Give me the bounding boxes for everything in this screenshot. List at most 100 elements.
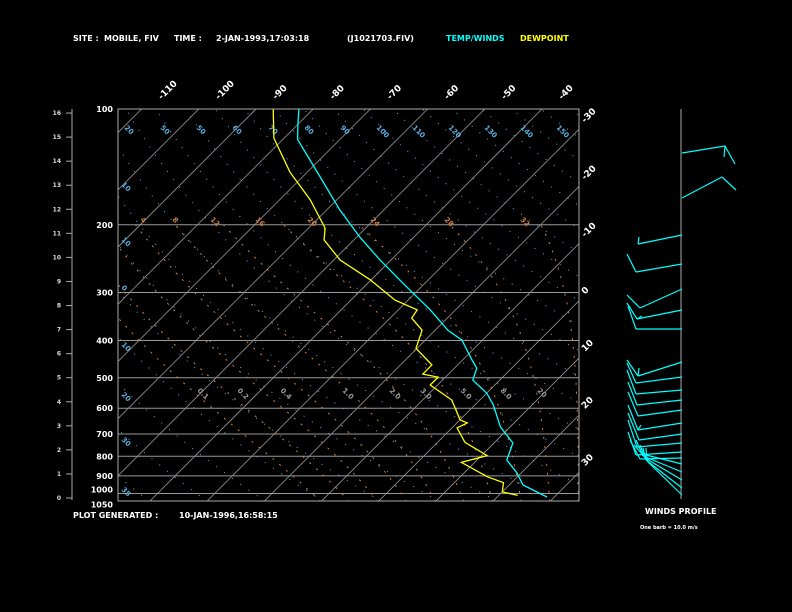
moist-label: 5.0 [459,387,474,402]
moist-adiabat [449,224,551,501]
moist-adiabat [607,225,617,502]
plot-frame [117,108,580,502]
wind-barb [626,288,683,309]
mixing-ratio-label: 4 [139,216,148,225]
barb-note: One barb = 10.0 m/s [640,525,698,531]
diagram-labels: 10020030040050060070080090010001050-110-… [91,79,599,510]
wind-barb [627,404,683,431]
height-tick-label: 12 [53,206,61,213]
dewpoint-trace [272,109,518,497]
isotherm [492,414,579,501]
wind-barb-staff [637,409,683,417]
legend-dewpoint: DEWPOINT [520,34,569,43]
wind-barb-staff [636,399,683,406]
height-tick-label: 0 [57,495,61,502]
isotherm-label: -100 [214,79,237,102]
wind-barb-flag [724,145,736,165]
dry-adiabat [214,109,579,404]
theta-label: 90 [339,124,352,137]
temperature-trace [296,109,548,498]
height-tick-label: 10 [53,254,61,261]
isotherm-label: -60 [443,84,462,103]
dry-adiabat [118,382,266,501]
wind-barb-staff [636,309,683,320]
wind-barb-flag [637,236,640,245]
dry-adiabat [421,109,579,230]
height-tick-label: 8 [57,303,61,310]
wind-barb-flag [723,145,726,158]
dry-adiabat [118,290,382,501]
mixing-ratio-label: 32 [519,216,532,229]
isotherm [118,109,257,248]
theta-label-left: 20 [120,391,133,404]
isotherm [378,300,579,501]
theta-label: 70 [267,124,280,137]
dry-adiabat [184,109,579,430]
site-value: MOBILE, FIV [104,34,160,43]
pressure-label: 200 [96,221,113,230]
isotherm-label: -70 [385,84,404,103]
winds-profile-title: WINDS PROFILE [645,507,717,516]
winds-profile [626,109,737,499]
isotherm [118,109,142,134]
time-value: 2-JAN-1993,17:03:18 [216,34,310,43]
isotherm [118,109,428,420]
wind-barb-staff [636,442,683,448]
wind-barb [626,253,683,273]
dry-adiabat [303,109,579,327]
dry-adiabat [510,109,579,161]
moist-label: 2.0 [388,387,403,402]
site-label: SITE : [73,34,99,43]
moist-label: 1.0 [341,387,356,402]
isotherm-label: -20 [580,164,599,183]
isotherm-label: 20 [580,395,596,411]
isotherm [771,109,792,509]
wind-barb [681,145,736,165]
wind-barb [681,176,737,199]
dry-adiabat [273,109,579,352]
moist-adiabat [118,245,379,501]
height-axis: 012345678910111213141516 [53,109,73,502]
pressure-label: 500 [96,374,113,383]
isotherm [549,471,579,501]
moist-adiabat [135,224,407,501]
isotherm-label: 30 [580,453,596,469]
wind-barb-staff [635,389,683,395]
theta-label-left: 30 [120,436,133,449]
isotherm-label: -110 [157,79,180,102]
height-tick-label: 6 [57,351,61,358]
pressure-label: 300 [96,288,113,297]
pressure-label: 1050 [91,501,114,510]
height-tick-label: 15 [53,134,61,141]
wind-barb-staff [646,460,683,496]
wind-barb [626,359,683,377]
pressure-label: 1000 [91,486,114,495]
plot-generated-value: 10-JAN-1996,16:58:15 [179,511,278,520]
wind-barb-staff [638,433,683,441]
wind-barb-staff [637,361,683,377]
file-name: (J1021703.FIV) [347,34,414,43]
wind-barb-staff [637,234,683,245]
mixing-ratio-label: 28 [443,216,456,229]
pressure-label: 600 [96,404,113,413]
wind-barb-staff [681,176,723,199]
mixing-ratio-label: 8 [171,216,180,225]
isotherm [0,109,27,509]
isotherm [118,109,314,305]
wind-barb-flag [626,253,637,273]
dry-adiabat [118,336,324,501]
dry-adiabat [118,428,208,501]
moist-adiabat [358,224,522,501]
height-tick-label: 2 [57,447,61,454]
diagram-grid [0,109,792,509]
height-tick-label: 5 [57,375,61,382]
theta-label: 110 [411,124,427,140]
dry-adiabat [540,109,579,139]
wind-barb-staff [637,422,683,431]
mixing-ratio-label: 12 [209,216,222,229]
skew-t-chart: SITE : MOBILE, FIV TIME : 2-JAN-1993,17:… [0,34,792,531]
wind-barb-flag [721,176,737,191]
isotherm-label: 10 [580,338,596,354]
wind-barb-staff [639,288,683,309]
theta-label: 60 [231,124,244,137]
